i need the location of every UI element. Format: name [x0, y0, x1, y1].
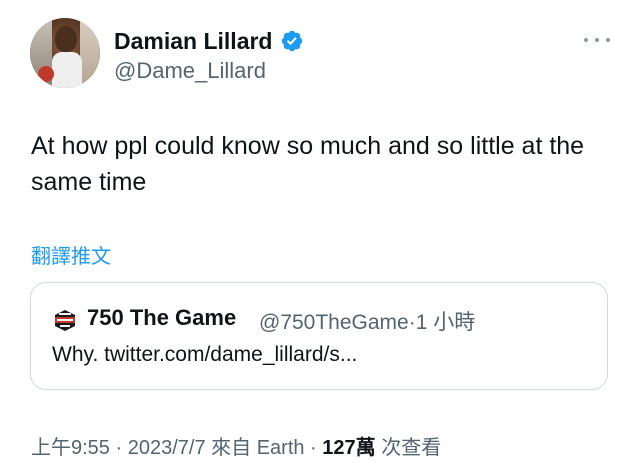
- quoted-tweet-avatar: [52, 307, 78, 333]
- avatar[interactable]: [30, 18, 100, 88]
- quoted-tweet-handle[interactable]: @750TheGame: [259, 311, 409, 334]
- tweet-time[interactable]: 上午9:55: [31, 437, 110, 459]
- quoted-tweet-card[interactable]: 750 The Game @750TheGame·1 小時 Why. twitt…: [30, 282, 608, 390]
- tweet: Damian Lillard @Dame_Lillard At how ppl …: [0, 0, 640, 476]
- quoted-tweet-display-name[interactable]: 750 The Game: [87, 305, 236, 331]
- avatar-head: [55, 26, 77, 52]
- verified-badge-icon: [281, 30, 303, 52]
- quoted-tweet-text: Why. twitter.com/dame_lillard/s...: [52, 343, 358, 366]
- tweet-text: At how ppl could know so much and so lit…: [31, 132, 585, 196]
- game-750-logo-icon: [52, 307, 78, 333]
- more-dot: [606, 38, 610, 42]
- tweet-date[interactable]: 2023/7/7: [128, 437, 206, 459]
- avatar-background-right: [80, 18, 100, 88]
- meta-separator: ·: [109, 437, 128, 459]
- more-horizontal-icon[interactable]: [584, 30, 610, 50]
- more-dot: [584, 38, 588, 42]
- quoted-tweet-meta: @750TheGame·1 小時: [259, 306, 475, 336]
- tweet-source: 來自 Earth: [205, 437, 305, 459]
- quoted-tweet-time[interactable]: 1 小時: [416, 311, 476, 334]
- author-display-name[interactable]: Damian Lillard: [114, 28, 272, 55]
- quoted-tweet-separator: ·: [408, 311, 416, 334]
- avatar-shirt: [52, 52, 82, 88]
- author-handle[interactable]: @Dame_Lillard: [114, 58, 266, 84]
- meta-separator: ·: [304, 437, 323, 459]
- avatar-glove: [38, 66, 54, 82]
- view-count[interactable]: 127萬: [322, 437, 375, 459]
- view-count-label: 次查看: [375, 437, 442, 459]
- tweet-meta: 上午9:55 · 2023/7/7 來自 Earth · 127萬 次查看: [31, 431, 441, 460]
- translate-tweet-link[interactable]: 翻譯推文: [31, 240, 111, 269]
- more-dot: [595, 38, 599, 42]
